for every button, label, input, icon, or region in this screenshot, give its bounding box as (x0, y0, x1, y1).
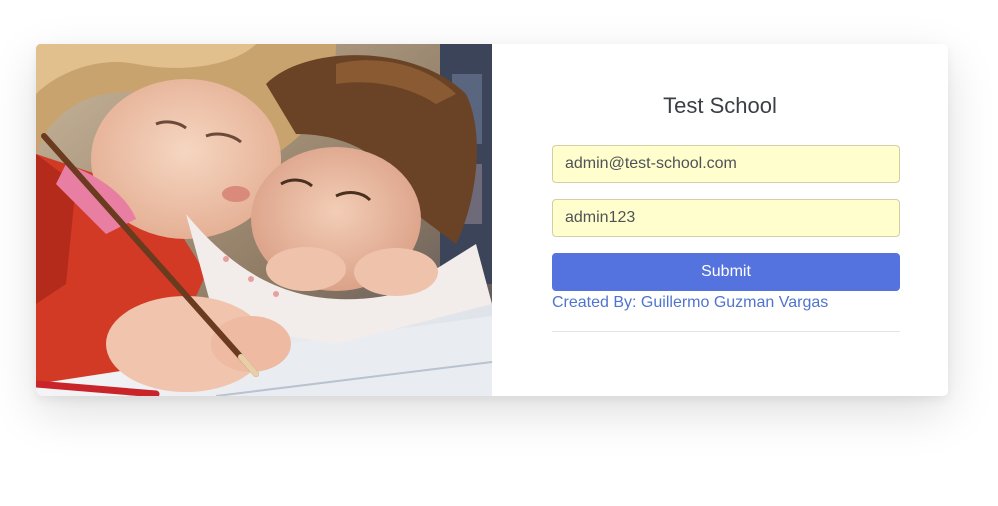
school-title: Test School (663, 93, 777, 118)
credit-link[interactable]: Created By: Guillermo Guzman Vargas (552, 294, 828, 312)
login-card: Test School Submit Created By: Guillermo… (36, 44, 948, 396)
divider (552, 331, 900, 332)
email-field[interactable] (552, 145, 900, 183)
login-panel: Test School Submit Created By: Guillermo… (492, 44, 948, 396)
children-drawing-illustration (36, 44, 492, 396)
password-field[interactable] (552, 199, 900, 237)
submit-button[interactable]: Submit (552, 253, 900, 291)
hero-photo (36, 44, 492, 396)
